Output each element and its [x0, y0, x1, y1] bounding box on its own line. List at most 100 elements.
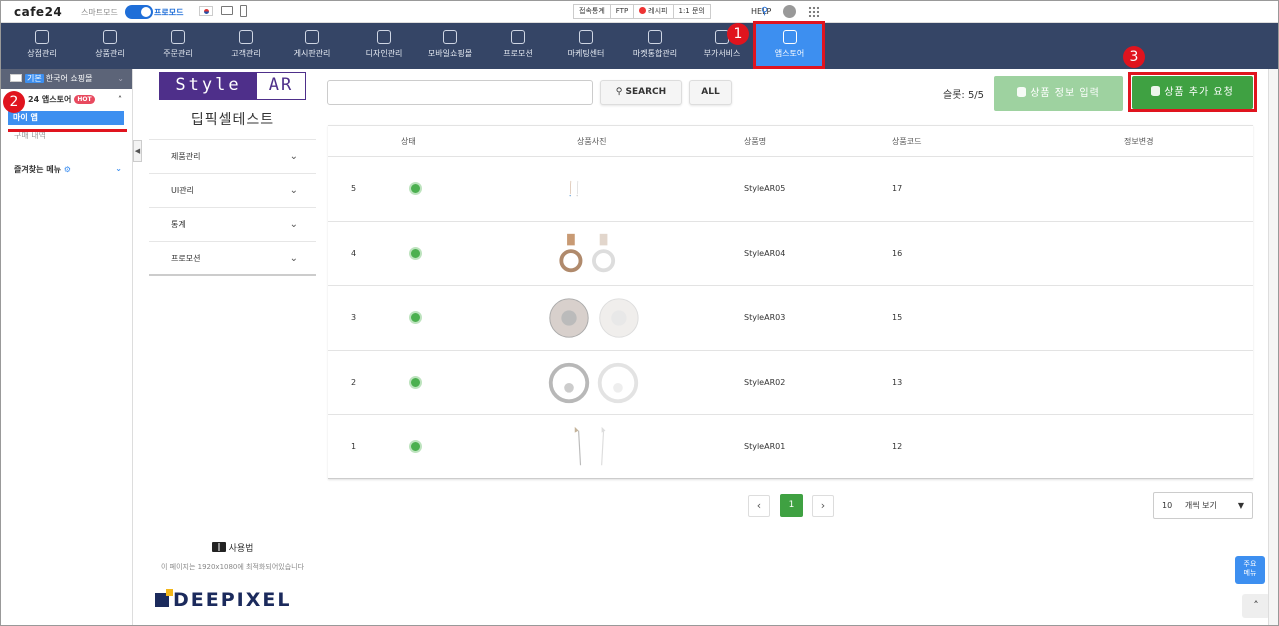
per-page-select[interactable]: 10 개씩 보기 ▼ — [1153, 492, 1253, 519]
scroll-top-button[interactable]: ˄ — [1242, 594, 1270, 618]
deepixel-logo: DEEPIXEL — [155, 589, 315, 611]
mobile-device-icon[interactable] — [240, 5, 247, 17]
database-plus-icon — [1017, 87, 1027, 97]
chevron-down-icon: ⌄ — [289, 151, 298, 162]
logo-style: Style — [160, 73, 257, 99]
nav-customers[interactable]: 고객관리 — [221, 23, 271, 69]
sidebar-collapse-button[interactable]: ◀ — [133, 140, 142, 162]
page-1-button[interactable]: 1 — [780, 494, 803, 517]
users-icon — [239, 30, 253, 44]
quick-menu-line2: 메뉴 — [1243, 569, 1257, 577]
cafe24-logo[interactable]: cafe24 — [14, 5, 62, 19]
row-number: 2 — [351, 377, 357, 387]
menu-product-management[interactable]: 제품관리 ⌄ — [149, 140, 316, 174]
nav-label: 고객관리 — [231, 49, 261, 58]
status-active-icon — [409, 311, 422, 324]
menu-ui-management[interactable]: UI관리 ⌄ — [149, 174, 316, 208]
status-active-icon — [409, 246, 422, 260]
app-shop-name: 딥픽셀테스트 — [190, 112, 275, 128]
star-icon — [511, 30, 525, 44]
left-sidebar: 기본 한국어 쇼핑몰 ⌄ 24 앱스토어 HOT ˄ 마이 앱 구매 내역 즐겨찾는… — [0, 69, 133, 626]
shop-selector[interactable]: 기본 한국어 쇼핑몰 ⌄ — [0, 69, 132, 89]
ftp-button[interactable]: FTP — [609, 4, 635, 19]
product-info-input-button[interactable]: 상품 정보 입력 — [994, 76, 1123, 111]
apps-menu-icon[interactable] — [808, 6, 819, 17]
row-number: 3 — [351, 313, 357, 322]
logo-ar: AR — [268, 75, 294, 95]
nav-label: 디자인관리 — [365, 49, 403, 58]
product-photo-brooch[interactable] — [538, 294, 648, 342]
pro-mode-label[interactable]: 프로모드 — [154, 7, 183, 18]
menu-label: 제품관리 — [171, 152, 201, 161]
favorites-menu[interactable]: 즐겨찾는 메뉴 ⚙ ⌄ — [0, 164, 132, 175]
scrollbar[interactable] — [1268, 69, 1278, 625]
shirt-icon — [103, 30, 117, 44]
menu-promotion[interactable]: 프로모션 ⌄ — [149, 242, 316, 276]
korea-flag-icon[interactable] — [199, 6, 213, 16]
recipe-button[interactable]: 레시피 — [633, 4, 674, 19]
search-input[interactable] — [327, 80, 593, 105]
prev-page-button[interactable]: ‹ — [748, 495, 770, 517]
favorites-label: 즐겨찾는 메뉴 — [14, 165, 61, 174]
app-menu: 제품관리 ⌄ UI관리 ⌄ 통계 ⌄ 프로모션 ⌄ — [149, 139, 316, 276]
table-row[interactable]: 4 StyleAR04 16 — [328, 222, 1253, 286]
menu-statistics[interactable]: 통계 ⌄ — [149, 208, 316, 242]
chevron-up-icon: ˄ — [118, 95, 122, 104]
shop-name: 한국어 쇼핑몰 — [45, 74, 93, 83]
book-icon — [211, 542, 226, 552]
nav-promotion[interactable]: 프로모션 — [493, 23, 543, 69]
nav-label: 마케팅센터 — [567, 49, 605, 58]
product-code: 17 — [892, 184, 903, 193]
all-button[interactable]: ALL — [689, 80, 732, 105]
nav-design[interactable]: 디자인관리 — [356, 23, 412, 69]
manual-link[interactable]: 사용법 — [149, 541, 316, 554]
nav-orders[interactable]: 주문관리 — [153, 23, 203, 69]
inquiry-button[interactable]: 1:1 문의 — [672, 4, 711, 19]
mode-toggle[interactable] — [125, 5, 153, 19]
product-photo-ring[interactable] — [540, 359, 646, 407]
manual-label: 사용법 — [228, 544, 254, 554]
product-code: 13 — [892, 377, 903, 387]
nav-board[interactable]: 게시판관리 — [284, 23, 340, 69]
recipe-label: 레시피 — [648, 7, 668, 15]
product-code: 15 — [892, 313, 903, 322]
stats-button[interactable]: 접속통계 — [573, 4, 611, 19]
quick-menu-button[interactable]: 주요 메뉴 — [1235, 556, 1265, 584]
nav-market-integration[interactable]: 마켓통합관리 — [624, 23, 686, 69]
mobile-icon — [443, 30, 457, 44]
product-name: StyleAR03 — [744, 313, 786, 322]
nav-label: 모바일쇼핑몰 — [427, 49, 473, 58]
nav-mobile[interactable]: 모바일쇼핑몰 — [420, 23, 480, 69]
table-row[interactable]: 3 StyleAR03 15 — [328, 286, 1253, 351]
table-row[interactable]: 5 StyleAR05 17 — [328, 157, 1253, 222]
row-number: 4 — [351, 248, 357, 258]
product-code: 12 — [892, 442, 903, 451]
table-row[interactable]: 2 StyleAR02 13 — [328, 351, 1253, 415]
product-photo-earring[interactable] — [558, 230, 628, 278]
menu-label: 프로모션 — [171, 254, 201, 263]
search-icon[interactable]: ⚲ — [761, 6, 768, 17]
nav-products[interactable]: 상품관리 — [85, 23, 135, 69]
search-button-label: SEARCH — [625, 87, 667, 97]
nav-store[interactable]: 상점관리 — [17, 23, 67, 69]
monitor-icon — [579, 30, 593, 44]
highlight-appstore — [753, 21, 825, 69]
search-button[interactable]: ⚲ SEARCH — [600, 80, 682, 105]
nav-label: 상점관리 — [27, 49, 57, 58]
nav-marketing[interactable]: 마케팅센터 — [558, 23, 614, 69]
top-utility-bar: cafe24 스마트모드 프로모드 접속통계 FTP 레시피 1:1 문의 HE… — [0, 0, 1279, 23]
sidebar-item-my-app[interactable]: 마이 앱 — [8, 111, 124, 125]
gear-icon[interactable]: ⚙ — [64, 165, 71, 174]
smart-mode-label[interactable]: 스마트모드 — [81, 7, 118, 18]
caret-down-icon: ▼ — [1237, 501, 1244, 510]
per-page-count: 10 — [1162, 501, 1173, 510]
annotation-badge-3: 3 — [1123, 46, 1145, 68]
next-page-button[interactable]: › — [812, 495, 834, 517]
chevron-down-icon: ⌄ — [289, 253, 298, 264]
table-row[interactable]: 1 StyleAR01 12 — [328, 415, 1253, 480]
main-nav: 상점관리 상품관리 주문관리 고객관리 게시판관리 디자인관리 모바일쇼핑몰 프… — [0, 23, 1279, 69]
product-photo-earring[interactable] — [566, 165, 594, 213]
user-avatar-icon[interactable] — [783, 5, 796, 18]
product-photo-earring[interactable] — [568, 423, 618, 471]
desktop-icon[interactable] — [221, 6, 233, 15]
